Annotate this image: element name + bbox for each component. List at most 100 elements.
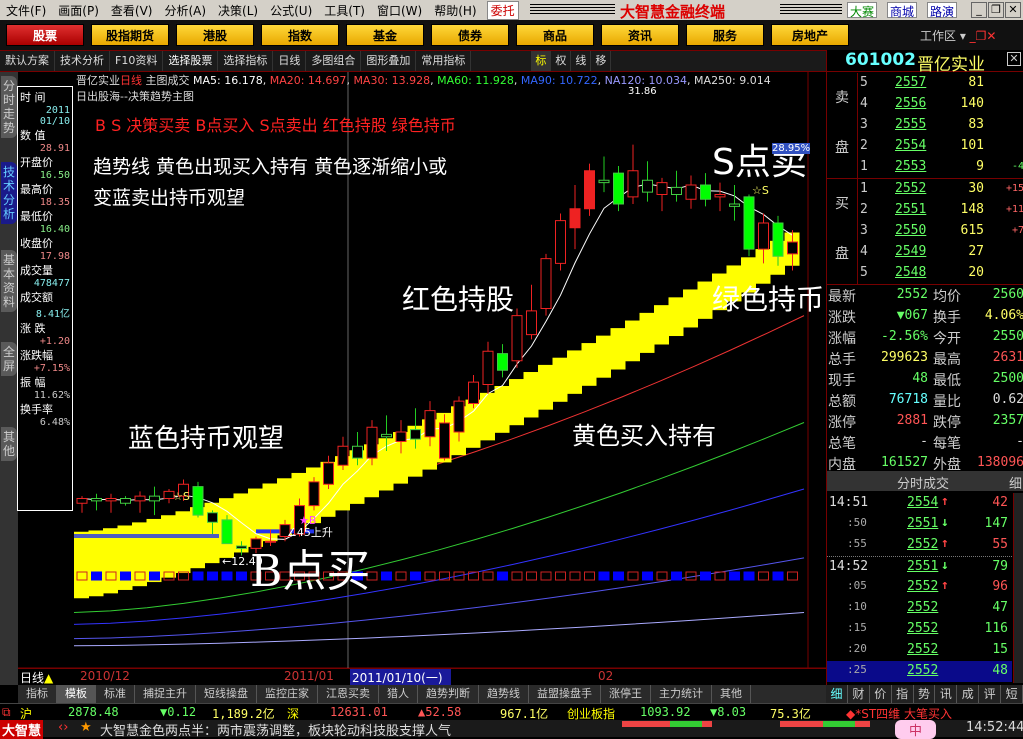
chart-legend: 晋亿实业日线 主图成交 MA5: 16.178, MA20: 14.697, M… xyxy=(76,74,771,103)
menu-item[interactable]: 画面(P) xyxy=(52,2,105,19)
top-link[interactable]: 大赛 xyxy=(847,2,878,19)
volume-bar xyxy=(482,571,494,581)
indicator-tab[interactable]: 猎人 xyxy=(379,685,418,703)
candle-body xyxy=(395,431,407,442)
menu-item[interactable]: 窗口(W) xyxy=(371,2,428,19)
toolbar-button[interactable]: 权 xyxy=(551,51,572,71)
toolbar-button[interactable]: 多图组合 xyxy=(306,51,362,71)
candle-body xyxy=(526,310,537,336)
toolbar-button[interactable]: 线 xyxy=(571,51,592,71)
toolbar-button[interactable]: 日线 xyxy=(273,51,307,71)
menu-item[interactable]: 文件(F) xyxy=(0,2,52,19)
annotation-trend2: 变蓝卖出持币观望 xyxy=(93,187,246,209)
menu-item[interactable]: 决策(L) xyxy=(212,2,264,19)
menu-item[interactable]: 查看(V) xyxy=(105,2,159,19)
news-text[interactable]: 大智慧金色两点半：两市震荡调整，板块轮动科技股支撑人气 xyxy=(100,720,451,739)
toolbar-button[interactable]: 默认方案 xyxy=(0,51,55,71)
candle-body xyxy=(439,422,450,459)
indicator-tab[interactable]: 其他 xyxy=(712,685,751,703)
category-tab[interactable]: 港股 xyxy=(176,24,254,46)
toolbar-button[interactable]: 技术分析 xyxy=(55,51,110,71)
category-tab[interactable]: 股票 xyxy=(6,24,84,46)
indicator-tab[interactable]: 模板 xyxy=(57,685,96,703)
right-tab[interactable]: 势 xyxy=(914,685,936,703)
weituo-button[interactable]: 委托 xyxy=(486,0,519,20)
indicator-tab[interactable]: 益盟操盘手 xyxy=(529,685,601,703)
indicator-tab[interactable]: 涨停王 xyxy=(601,685,651,703)
right-tab[interactable]: 成 xyxy=(957,685,980,703)
menu-item[interactable]: 分析(A) xyxy=(158,2,212,19)
close-button[interactable]: ✕ xyxy=(1005,2,1021,18)
toolbar-button[interactable]: 选择股票 xyxy=(163,51,219,71)
top-link[interactable]: 路演 xyxy=(927,2,958,19)
menu-item[interactable]: 帮助(H) xyxy=(428,2,482,19)
right-tab[interactable]: 指 xyxy=(892,685,914,703)
right-tab[interactable]: 细 xyxy=(826,685,848,703)
percent-label: 28.95% xyxy=(772,143,811,154)
category-tab[interactable]: 商品 xyxy=(516,24,594,46)
ticks-title: 分时成交 xyxy=(897,477,950,492)
right-tab[interactable]: 评 xyxy=(979,685,1002,703)
arrow-up-icon: ↑ xyxy=(941,536,949,551)
tick-volume: 96 xyxy=(992,579,1008,594)
toolbar-button[interactable]: 图形叠加 xyxy=(361,51,417,71)
category-tab[interactable]: 指数 xyxy=(261,24,339,46)
date-label: 2010/12 xyxy=(80,669,130,683)
level: 5 xyxy=(860,265,868,280)
ticks-scrollbar[interactable] xyxy=(1013,493,1023,683)
right-tab[interactable]: 财 xyxy=(848,685,870,703)
info-value: +7.15% xyxy=(33,363,70,374)
workzone-button[interactable]: 工作区 ▾ _❐✕ xyxy=(920,27,996,44)
toolbar-button[interactable]: 常用指标 xyxy=(416,51,472,71)
category-tab[interactable]: 资讯 xyxy=(601,24,679,46)
right-tab[interactable]: 短 xyxy=(1001,685,1023,703)
indicator-tab[interactable]: 江恩买卖 xyxy=(318,685,379,703)
left-tab[interactable]: 全屏 xyxy=(1,342,17,376)
indicator-tab[interactable]: 监控庄家 xyxy=(257,685,318,703)
indicator-tab[interactable]: 趋势线 xyxy=(479,685,529,703)
quote-row: 现手 48 最低 2500 xyxy=(827,369,1023,390)
link-icon[interactable]: ⧉ xyxy=(2,705,11,720)
toolbar-button[interactable]: 选择指标 xyxy=(218,51,274,71)
left-tab[interactable]: 技术分析 xyxy=(1,162,17,224)
left-tab[interactable]: 分时走势 xyxy=(1,76,17,138)
annotation-green-hold: 绿色持币 xyxy=(712,283,825,316)
menu-item[interactable]: 工具(T) xyxy=(318,2,371,19)
indicator-tab[interactable]: 主力统计 xyxy=(651,685,712,703)
close-panel-icon[interactable]: ✕ xyxy=(1007,52,1021,66)
ticks-detail-button[interactable]: 细 xyxy=(1009,473,1022,492)
left-tab[interactable]: 其他 xyxy=(1,427,17,461)
trend-band-segment xyxy=(509,379,524,426)
trend-band-segment xyxy=(654,305,669,345)
indicator-tab[interactable]: 指标 xyxy=(18,685,57,703)
prev-next-icon[interactable]: ‹› xyxy=(58,720,68,735)
restore-button[interactable]: ❐ xyxy=(988,2,1004,18)
toolbar-button[interactable]: F10资料 xyxy=(110,51,164,71)
toolbar-button[interactable]: 移 xyxy=(591,51,612,71)
toolbar-button[interactable]: 标 xyxy=(531,51,552,71)
top-link[interactable]: 商城 xyxy=(887,2,918,19)
right-tab[interactable]: 讯 xyxy=(935,685,958,703)
left-tab[interactable]: 基本资料 xyxy=(1,250,17,312)
indicator-tab[interactable]: 标准 xyxy=(96,685,135,703)
category-tab[interactable]: 服务 xyxy=(686,24,764,46)
minimize-button[interactable]: _ xyxy=(971,2,987,18)
candle-body xyxy=(743,196,755,250)
window-controls-icon[interactable]: _❐✕ xyxy=(970,29,997,43)
indicator-tab[interactable]: 趋势判断 xyxy=(418,685,479,703)
tick-price: 2552 xyxy=(907,600,939,615)
right-tab[interactable]: 价 xyxy=(870,685,892,703)
indicator-tab[interactable]: 短线操盘 xyxy=(196,685,257,703)
level: 1 xyxy=(860,181,868,196)
trend-band-segment xyxy=(552,357,568,402)
ratio-bar xyxy=(823,721,855,727)
category-tab[interactable]: 债券 xyxy=(431,24,509,46)
quote-label: 每笔 xyxy=(933,436,961,452)
menu-item[interactable]: 公式(U) xyxy=(264,2,318,19)
period-label[interactable]: 日线▲ xyxy=(20,669,53,686)
category-tab[interactable]: 股指期货 xyxy=(91,24,169,46)
indicator-tab[interactable]: 捕捉主升 xyxy=(135,685,196,703)
category-tab[interactable]: 基金 xyxy=(346,24,424,46)
category-tab[interactable]: 房地产 xyxy=(771,24,849,46)
ime-indicator[interactable]: 中 xyxy=(895,720,937,739)
